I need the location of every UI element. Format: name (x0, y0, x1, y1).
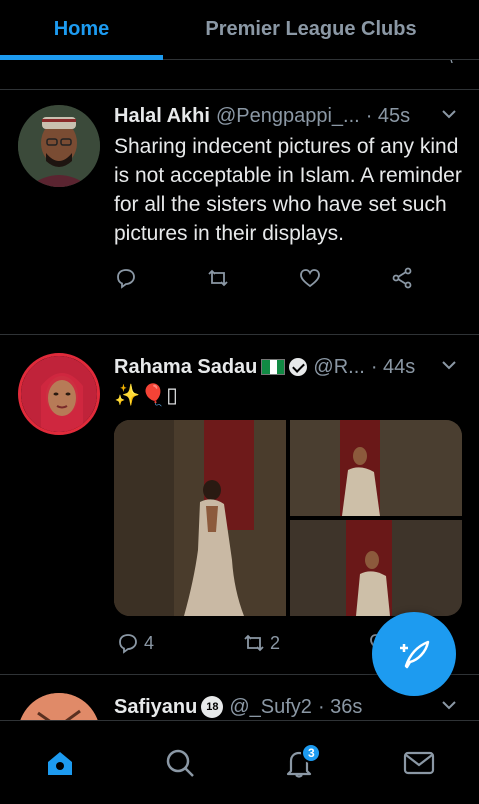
tweet-media-grid[interactable] (114, 420, 462, 616)
mail-icon (404, 751, 435, 774)
retweet-icon (244, 634, 264, 652)
previous-share-icon[interactable]: ⟨ (448, 60, 454, 66)
nigeria-flag-icon (261, 359, 286, 375)
nav-search-button[interactable] (150, 733, 210, 793)
compose-feather-icon (400, 640, 430, 669)
tweet-text: ✨🎈▯ (114, 384, 178, 407)
tab-premier-league-clubs[interactable]: Premier League Clubs (163, 0, 479, 59)
nav-messages-button[interactable] (389, 733, 449, 793)
tweet-actions (114, 266, 414, 290)
previous-like-count[interactable]: 382 (331, 60, 358, 66)
tweet-photo-3[interactable] (290, 520, 462, 616)
avatar[interactable] (18, 353, 100, 435)
age-badge-icon: 18 (201, 696, 224, 718)
timestamp: · 44s (370, 356, 416, 378)
share-icon[interactable] (390, 266, 414, 290)
user-handle[interactable]: @_Sufy2 (229, 695, 312, 719)
like-icon[interactable] (298, 266, 322, 290)
top-tabs: Home Premier League Clubs (0, 0, 479, 60)
search-icon (166, 749, 194, 777)
display-name[interactable]: Halal Akhi (114, 104, 210, 128)
avatar[interactable] (18, 105, 100, 187)
home-icon (47, 751, 72, 775)
retweet-icon[interactable] (206, 266, 230, 290)
reply-count: 4 (144, 632, 155, 653)
chevron-down-icon[interactable] (439, 695, 459, 720)
chevron-down-icon[interactable] (439, 104, 459, 129)
tweet-text: Sharing indecent pictures of any kind is… (114, 135, 462, 245)
retweet-count: 2 (269, 632, 280, 653)
tweet-actions: 4 2 14 (116, 631, 416, 655)
tweet-header: Safiyanu 18 @_Sufy2 · 36s (114, 695, 463, 719)
reply-icon[interactable] (114, 266, 138, 290)
tweet-photo-2[interactable] (290, 420, 462, 516)
tweet[interactable]: Halal Akhi @Pengpappi_... · 45s Sharing … (0, 90, 479, 335)
previous-tweet-actions: 3 109 382 ⟨ (0, 60, 479, 90)
timestamp: · 45s (365, 105, 411, 127)
compose-tweet-button[interactable] (372, 612, 456, 696)
nav-notifications-button[interactable]: 3 (269, 733, 329, 793)
tweet-photo-1[interactable] (114, 420, 286, 616)
tweet-header: Rahama Sadau @R... · 44s (114, 355, 463, 379)
tab-home[interactable]: Home (0, 0, 163, 60)
user-handle[interactable]: @Pengpappi_... (216, 104, 360, 128)
display-name[interactable]: Safiyanu (114, 695, 197, 719)
chevron-down-icon[interactable] (439, 355, 459, 380)
display-name[interactable]: Rahama Sadau (114, 355, 257, 379)
notification-count-badge: 3 (301, 742, 322, 763)
previous-reply-count[interactable]: 3 (114, 60, 123, 66)
timestamp: · 36s (317, 696, 363, 718)
tweet-header: Halal Akhi @Pengpappi_... · 45s (114, 104, 463, 128)
reply-icon (119, 634, 137, 654)
user-handle[interactable]: @R... (313, 355, 364, 379)
retweet-button[interactable]: 2 (242, 631, 280, 655)
avatar[interactable] (18, 693, 100, 720)
bottom-navigation: 3 (0, 720, 479, 804)
previous-retweet-count[interactable]: 109 (213, 60, 240, 66)
nav-home-button[interactable] (30, 733, 90, 793)
reply-button[interactable]: 4 (116, 631, 154, 655)
verified-badge-icon (289, 358, 308, 376)
